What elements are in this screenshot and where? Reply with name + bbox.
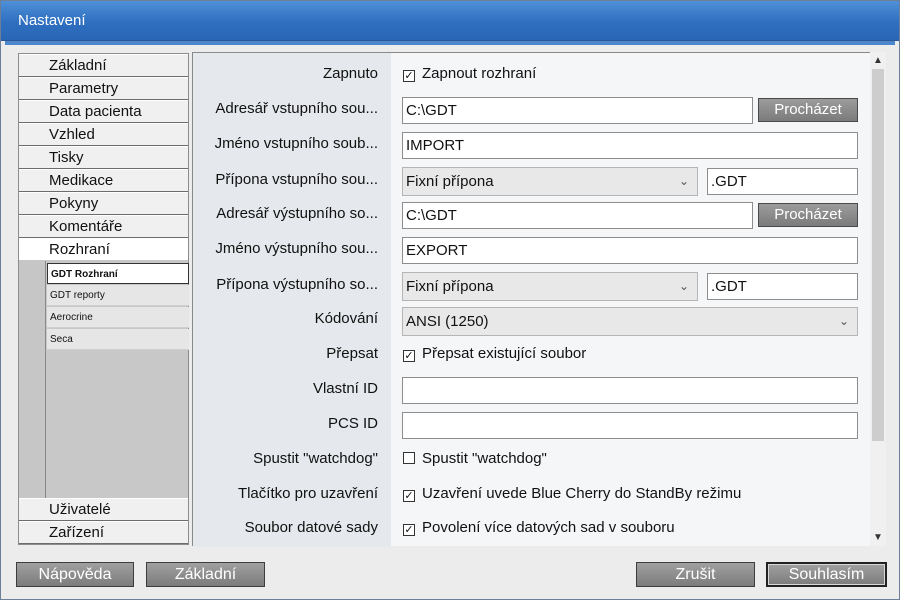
scroll-down-icon[interactable]: ▼ bbox=[870, 529, 886, 546]
defaults-button[interactable]: Základní bbox=[146, 562, 265, 587]
cancel-button[interactable]: Zrušit bbox=[636, 562, 755, 587]
chevron-down-icon: ⌄ bbox=[838, 314, 849, 328]
nav-item-zarizeni[interactable]: Zařízení bbox=[19, 521, 188, 544]
label-input-dir: Adresář vstupního sou... bbox=[215, 100, 378, 117]
sub-item-gdt-reporty[interactable]: GDT reporty bbox=[47, 285, 189, 306]
label-watchdog: Spustit "watchdog" bbox=[253, 450, 378, 467]
chevron-down-icon: ⌄ bbox=[678, 279, 689, 293]
enabled-checkbox[interactable]: ✓ Zapnout rozhraní bbox=[403, 65, 536, 82]
label-data-file: Soubor datové sady bbox=[244, 519, 378, 536]
label-encoding: Kódování bbox=[314, 310, 378, 327]
overwrite-checkbox-label: Přepsat existující soubor bbox=[422, 345, 587, 362]
input-ext-field[interactable]: .GDT bbox=[707, 168, 858, 195]
encoding-select-value: ANSI (1250) bbox=[406, 313, 489, 330]
data-file-checkbox-label: Povolení více datových sad v souboru bbox=[422, 519, 675, 536]
checkmark-icon: ✓ bbox=[403, 349, 415, 362]
label-input-ext: Přípona vstupního sou... bbox=[215, 171, 378, 188]
nav-item-pokyny[interactable]: Pokyny bbox=[19, 192, 188, 215]
data-file-checkbox[interactable]: ✓ Povolení více datových sad v souboru bbox=[403, 519, 675, 536]
output-ext-select-value: Fixní přípona bbox=[406, 278, 494, 295]
nav-item-zakladni[interactable]: Základní bbox=[19, 54, 188, 77]
close-button-checkbox-label: Uzavření uvede Blue Cherry do StandBy re… bbox=[422, 485, 742, 502]
scroll-up-icon[interactable]: ▲ bbox=[870, 52, 886, 69]
nav-item-parametry[interactable]: Parametry bbox=[19, 77, 188, 100]
help-button[interactable]: Nápověda bbox=[16, 562, 134, 587]
label-column bbox=[193, 53, 391, 547]
output-dir-field[interactable]: C:\GDT bbox=[402, 202, 753, 229]
input-ext-select-value: Fixní přípona bbox=[406, 173, 494, 190]
nav-spine bbox=[19, 261, 45, 498]
pcs-id-field[interactable] bbox=[402, 412, 858, 439]
sub-nav-panel: GDT Rozhraní GDT reporty Aerocrine Seca bbox=[45, 261, 189, 498]
label-overwrite: Přepsat bbox=[326, 345, 378, 362]
input-ext-select[interactable]: Fixní přípona ⌄ bbox=[402, 167, 698, 196]
nav-item-rozhrani[interactable]: Rozhraní bbox=[19, 238, 188, 261]
input-dir-field[interactable]: C:\GDT bbox=[402, 97, 753, 124]
input-dir-browse-button[interactable]: Procházet bbox=[758, 98, 858, 122]
output-name-field[interactable]: EXPORT bbox=[402, 237, 858, 264]
nav-item-tisky[interactable]: Tisky bbox=[19, 146, 188, 169]
nav-item-komentare[interactable]: Komentáře bbox=[19, 215, 188, 238]
content-scrollbar[interactable]: ▲ ▼ bbox=[870, 52, 886, 546]
own-id-field[interactable] bbox=[402, 377, 858, 404]
sub-item-aerocrine[interactable]: Aerocrine bbox=[47, 307, 189, 328]
settings-content: Zapnuto ✓ Zapnout rozhraní Adresář vstupn… bbox=[192, 52, 870, 547]
label-output-ext: Přípona výstupního so... bbox=[216, 276, 378, 293]
settings-window: Nastavení Základní Parametry Data pacien… bbox=[0, 0, 900, 600]
chevron-down-icon: ⌄ bbox=[678, 174, 689, 188]
checkmark-icon: ✓ bbox=[403, 69, 415, 82]
nav-item-data-pacienta[interactable]: Data pacienta bbox=[19, 100, 188, 123]
label-own-id: Vlastní ID bbox=[312, 380, 378, 397]
label-input-name: Jméno vstupního soub... bbox=[214, 135, 378, 152]
output-ext-select[interactable]: Fixní přípona ⌄ bbox=[402, 272, 698, 301]
close-button-checkbox[interactable]: ✓ Uzavření uvede Blue Cherry do StandBy r… bbox=[403, 485, 741, 502]
settings-nav: Základní Parametry Data pacienta Vzhled … bbox=[18, 53, 189, 545]
checkmark-icon: ✓ bbox=[403, 489, 415, 502]
output-ext-field[interactable]: .GDT bbox=[707, 273, 858, 300]
title-accent bbox=[5, 41, 895, 45]
enabled-checkbox-label: Zapnout rozhraní bbox=[422, 65, 537, 82]
sub-item-seca[interactable]: Seca bbox=[47, 329, 189, 350]
overwrite-checkbox[interactable]: ✓ Přepsat existující soubor bbox=[403, 345, 586, 362]
label-enabled: Zapnuto bbox=[322, 65, 378, 82]
nav-item-uzivatele[interactable]: Uživatelé bbox=[19, 498, 188, 521]
window-title: Nastavení bbox=[1, 1, 899, 41]
encoding-select[interactable]: ANSI (1250) ⌄ bbox=[402, 307, 858, 336]
label-output-dir: Adresář výstupního so... bbox=[216, 205, 378, 222]
checkmark-icon: ✓ bbox=[403, 523, 415, 536]
label-pcs-id: PCS ID bbox=[327, 415, 378, 432]
checkbox-empty-icon bbox=[403, 452, 415, 464]
nav-item-medikace[interactable]: Medikace bbox=[19, 169, 188, 192]
watchdog-checkbox[interactable]: Spustit "watchdog" bbox=[403, 450, 547, 467]
label-output-name: Jméno výstupního sou... bbox=[215, 240, 378, 257]
nav-item-vzhled[interactable]: Vzhled bbox=[19, 123, 188, 146]
scroll-thumb[interactable] bbox=[872, 69, 884, 441]
output-dir-browse-button[interactable]: Procházet bbox=[758, 203, 858, 227]
input-name-field[interactable]: IMPORT bbox=[402, 132, 858, 159]
sub-item-gdt-rozhrani[interactable]: GDT Rozhraní bbox=[47, 263, 189, 284]
watchdog-checkbox-label: Spustit "watchdog" bbox=[422, 450, 547, 467]
ok-button[interactable]: Souhlasím bbox=[766, 562, 887, 587]
label-close-button: Tlačítko pro uzavření bbox=[237, 485, 378, 502]
